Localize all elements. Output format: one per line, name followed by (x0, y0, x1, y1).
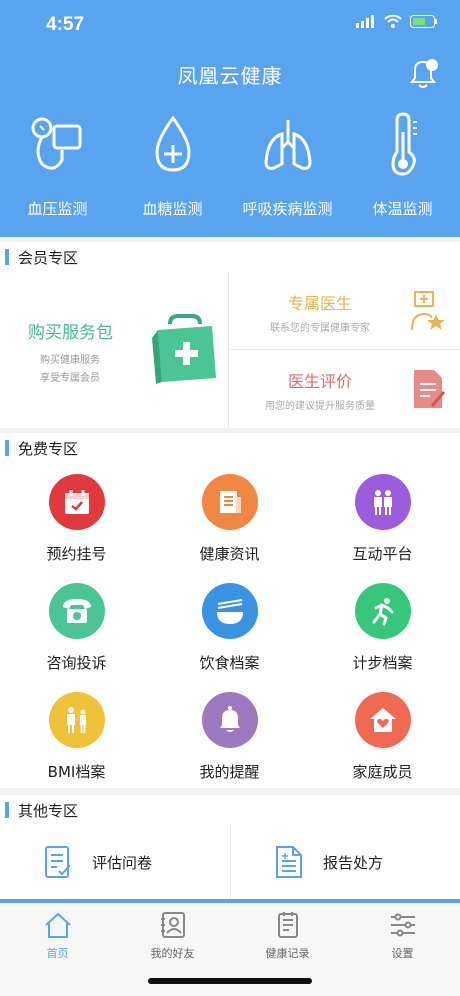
step-record-button[interactable]: 计步档案 (306, 583, 459, 673)
thermometer-icon (390, 112, 417, 176)
monitor-label: 呼吸疾病监测 (242, 200, 333, 218)
respiratory-button[interactable]: 呼吸疾病监测 (230, 112, 345, 219)
blood-sugar-icon (154, 115, 191, 172)
telephone-icon (48, 583, 105, 639)
temperature-button[interactable]: 体温监测 (345, 112, 460, 219)
interactive-platform-button[interactable]: 互动平台 (306, 474, 459, 564)
member-section: 购买服务包 购买健康服务 享受专属会员 专属医生 联系您的专属健康专家 医生评价… (0, 272, 460, 428)
runner-icon (354, 583, 411, 639)
buy-service-sub1: 购买健康服务 (40, 355, 100, 366)
doctor-review-subtitle: 用您的建议提升服务质量 (265, 401, 375, 412)
questionnaire-icon (45, 846, 71, 878)
record-icon (277, 912, 298, 938)
monitor-label: 血糖监测 (142, 200, 203, 218)
other-section: 评估问卷 报告处方 (0, 825, 460, 899)
free-section: 预约挂号 健康资讯 互动平台 咨询投诉 饮食档案 计步档案 BMI档案 我的提醒… (0, 463, 460, 788)
grid-label: 计步档案 (352, 654, 413, 672)
questionnaire-label: 评估问卷 (92, 854, 153, 872)
bmi-record-button[interactable]: BMI档案 (0, 692, 153, 782)
wifi-icon (384, 15, 402, 28)
health-news-button[interactable]: 健康资讯 (153, 474, 306, 564)
tab-home[interactable]: 首页 (0, 911, 115, 961)
home-icon (44, 912, 71, 938)
section-title-text: 免费专区 (18, 439, 79, 458)
report-icon (276, 846, 302, 878)
questionnaire-button[interactable]: 评估问卷 (0, 825, 230, 899)
doctor-review-card[interactable]: 医生评价 用您的建议提升服务质量 (230, 350, 460, 428)
doctor-star-icon (410, 290, 446, 336)
bmi-icon (48, 692, 105, 748)
people-icon (354, 474, 411, 530)
my-reminder-button[interactable]: 我的提醒 (153, 692, 306, 782)
tab-settings[interactable]: 设置 (345, 911, 460, 961)
blood-sugar-button[interactable]: 血糖监测 (115, 112, 230, 219)
section-title-text: 其他专区 (18, 801, 79, 820)
tab-label: 健康记录 (265, 947, 310, 960)
medical-kit-icon (150, 312, 220, 390)
grid-label: 健康资讯 (199, 545, 260, 563)
settings-icon (390, 913, 415, 937)
grid-label: 家庭成员 (352, 763, 413, 781)
member-section-title: 会员专区 (0, 242, 460, 272)
bell-icon (201, 692, 258, 748)
grid-label: 饮食档案 (199, 654, 260, 672)
grid-label: BMI档案 (47, 763, 106, 781)
buy-service-title: 购买服务包 (28, 323, 113, 343)
tab-friends[interactable]: 我的好友 (115, 911, 230, 961)
grid-label: 我的提醒 (199, 763, 260, 781)
lungs-icon (263, 120, 312, 170)
blood-pressure-button[interactable]: 血压监测 (0, 112, 115, 219)
notification-bell-icon[interactable] (406, 56, 440, 94)
review-document-icon (412, 368, 446, 414)
buy-service-sub2: 享受专属会员 (40, 373, 100, 384)
dedicated-doctor-title: 专属医生 (287, 294, 352, 313)
dedicated-doctor-card[interactable]: 专属医生 联系您的专属健康专家 (230, 272, 460, 350)
grid-label: 预约挂号 (46, 545, 107, 563)
house-heart-icon (354, 692, 411, 748)
status-time: 4:57 (46, 14, 85, 35)
buy-service-card[interactable]: 购买服务包 购买健康服务 享受专属会员 (0, 272, 229, 428)
battery-icon (410, 15, 437, 28)
tab-health-records[interactable]: 健康记录 (230, 911, 345, 961)
app-header: 4:57 凤凰云健康 血压监测 血糖监测 呼吸疾病监测 体温监测 (0, 0, 460, 237)
section-title-text: 会员专区 (18, 248, 79, 267)
appointment-button[interactable]: 预约挂号 (0, 474, 153, 564)
report-prescription-label: 报告处方 (323, 854, 384, 872)
other-section-title: 其他专区 (0, 795, 460, 825)
monitor-label: 体温监测 (372, 200, 433, 218)
grid-label: 互动平台 (352, 545, 413, 563)
tab-label: 首页 (46, 947, 69, 960)
tab-label: 我的好友 (150, 947, 195, 960)
doctor-review-title: 医生评价 (287, 372, 352, 391)
app-title: 凤凰云健康 (177, 64, 283, 88)
news-icon (201, 474, 258, 530)
grid-label: 咨询投诉 (46, 654, 107, 672)
dedicated-doctor-subtitle: 联系您的专属健康专家 (270, 323, 370, 334)
bowl-icon (201, 583, 258, 639)
buy-service-subtitle: 购买健康服务 享受专属会员 (40, 352, 100, 388)
contacts-icon (160, 912, 185, 938)
signal-icon (356, 15, 374, 28)
calendar-icon (48, 474, 105, 530)
tab-label: 设置 (391, 947, 414, 960)
status-bar: 4:57 (0, 0, 460, 50)
consult-complaint-button[interactable]: 咨询投诉 (0, 583, 153, 673)
home-indicator[interactable] (148, 978, 312, 984)
family-members-button[interactable]: 家庭成员 (306, 692, 459, 782)
blood-pressure-icon (31, 117, 81, 170)
free-section-title: 免费专区 (0, 433, 460, 463)
diet-record-button[interactable]: 饮食档案 (153, 583, 306, 673)
monitor-label: 血压监测 (27, 200, 88, 218)
report-prescription-button[interactable]: 报告处方 (230, 825, 460, 899)
